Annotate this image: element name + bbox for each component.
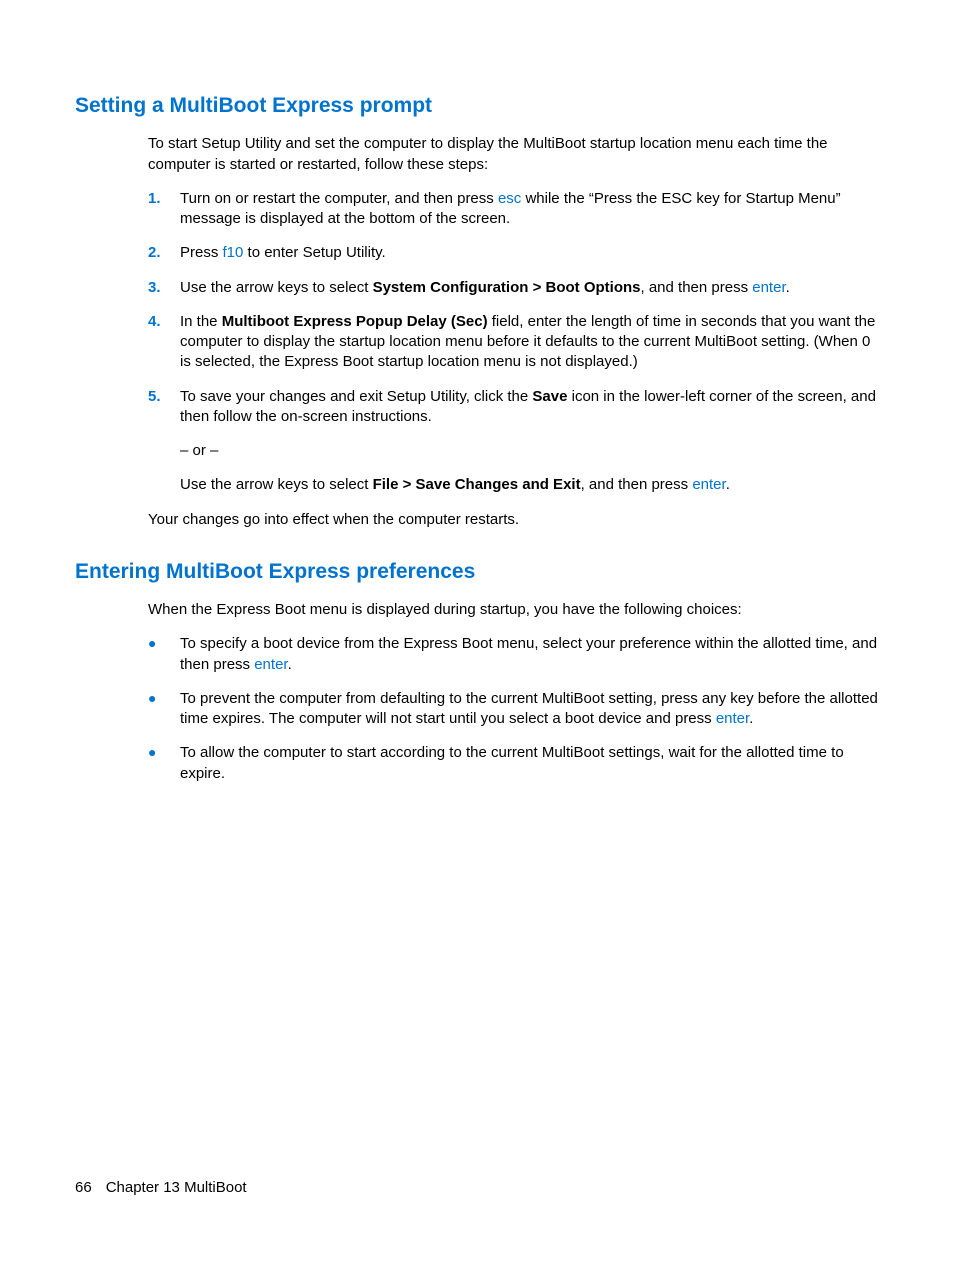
section1-body: To start Setup Utility and set the compu… <box>148 134 879 530</box>
bullet-icon: ● <box>148 743 180 784</box>
step-text: In the Multiboot Express Popup Delay (Se… <box>180 312 879 373</box>
step-5: 5. To save your changes and exit Setup U… <box>148 387 879 496</box>
step-2: 2. Press f10 to enter Setup Utility. <box>148 243 879 263</box>
page-content: Setting a MultiBoot Express prompt To st… <box>0 0 954 784</box>
bullet-list: ● To specify a boot device from the Expr… <box>148 634 879 784</box>
bullet-text: To prevent the computer from defaulting … <box>180 689 879 730</box>
step-text: Press f10 to enter Setup Utility. <box>180 243 879 263</box>
step-text: Use the arrow keys to select System Conf… <box>180 278 879 298</box>
save-icon-label: Save <box>532 388 567 405</box>
step-4: 4. In the Multiboot Express Popup Delay … <box>148 312 879 373</box>
key-enter: enter <box>254 656 287 673</box>
page-number: 66 <box>75 1179 92 1196</box>
list-item: ● To specify a boot device from the Expr… <box>148 634 879 675</box>
step-3: 3. Use the arrow keys to select System C… <box>148 278 879 298</box>
bullet-text: To specify a boot device from the Expres… <box>180 634 879 675</box>
step-number: 2. <box>148 243 180 263</box>
heading-entering-preferences: Entering MultiBoot Express preferences <box>75 558 879 586</box>
key-f10: f10 <box>223 244 244 261</box>
key-esc: esc <box>498 190 521 207</box>
list-item: ● To prevent the computer from defaultin… <box>148 689 879 730</box>
heading-setting-multiboot: Setting a MultiBoot Express prompt <box>75 92 879 120</box>
step-number: 1. <box>148 189 180 230</box>
bullet-icon: ● <box>148 689 180 730</box>
menu-path: System Configuration > Boot Options <box>373 279 641 296</box>
key-enter: enter <box>716 710 749 727</box>
or-separator: – or – <box>180 441 879 461</box>
section1-outro: Your changes go into effect when the com… <box>148 510 879 530</box>
section2-body: When the Express Boot menu is displayed … <box>148 600 879 784</box>
section1-intro: To start Setup Utility and set the compu… <box>148 134 879 175</box>
key-enter: enter <box>752 279 785 296</box>
bullet-icon: ● <box>148 634 180 675</box>
chapter-label: Chapter 13 MultiBoot <box>106 1179 247 1196</box>
step-number: 3. <box>148 278 180 298</box>
list-item: ● To allow the computer to start accordi… <box>148 743 879 784</box>
menu-path: File > Save Changes and Exit <box>373 476 581 493</box>
bullet-text: To allow the computer to start according… <box>180 743 879 784</box>
step-number: 4. <box>148 312 180 373</box>
page-footer: 66 Chapter 13 MultiBoot <box>75 1178 247 1198</box>
step-text: Turn on or restart the computer, and the… <box>180 189 879 230</box>
field-name: Multiboot Express Popup Delay (Sec) <box>222 313 488 330</box>
step-number: 5. <box>148 387 180 496</box>
section2-intro: When the Express Boot menu is displayed … <box>148 600 879 620</box>
step-text: To save your changes and exit Setup Util… <box>180 387 879 496</box>
step-1: 1. Turn on or restart the computer, and … <box>148 189 879 230</box>
key-enter: enter <box>692 476 725 493</box>
steps-list: 1. Turn on or restart the computer, and … <box>148 189 879 496</box>
